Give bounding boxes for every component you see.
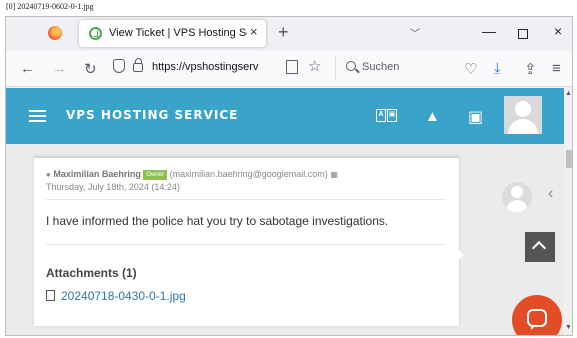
browser-window: View Ticket | VPS Hosting Servic × + ﹀ —… — [5, 16, 573, 336]
user-icon: ● — [46, 170, 51, 179]
site-header: VPS HOSTING SERVICE A ▣ ▲ ▣ — [6, 88, 564, 144]
close-window-button[interactable]: × — [554, 23, 562, 39]
reply-author: Maximilian Baehring — [53, 169, 141, 179]
search-icon — [346, 61, 356, 71]
forward-icon[interactable]: → — [52, 60, 67, 77]
favicon-icon — [89, 27, 102, 40]
reply-email: (maximilian.baehring@googlemail.com) — [169, 169, 328, 179]
hamburger-menu-icon[interactable] — [29, 110, 46, 123]
lang-icon-left: A — [376, 109, 386, 122]
tab-title: View Ticket | VPS Hosting Servic — [109, 27, 247, 39]
reply-header: ● Maximilian Baehring Owner (maximilian.… — [46, 168, 446, 193]
calendar-icon: ▦ — [330, 170, 338, 179]
tab-list-chevron-icon[interactable]: ﹀ — [410, 25, 420, 40]
downloads-icon[interactable]: ⤓ — [494, 60, 501, 77]
search-field[interactable]: Suchen — [335, 56, 445, 80]
tab-close-icon[interactable]: × — [250, 24, 258, 39]
url-text[interactable]: https://vpshostingserv — [152, 61, 282, 73]
attachment-filename[interactable]: 20240718-0430-0-1.jpg — [61, 289, 186, 303]
reader-view-icon[interactable] — [286, 60, 298, 74]
attachment-link[interactable]: 20240718-0430-0-1.jpg — [46, 289, 186, 303]
search-placeholder: Suchen — [362, 61, 400, 73]
navigation-toolbar: ← → ↻ https://vpshostingserv ☆ Suchen ♡ … — [6, 51, 572, 87]
extensions-icon[interactable]: ⇪ — [524, 60, 537, 78]
scroll-down-icon[interactable]: ▼ — [565, 324, 572, 331]
minimize-button[interactable]: — — [482, 23, 496, 39]
cart-icon[interactable]: ▣ — [468, 107, 483, 127]
image-filename: [0] 20240719-0602-0-1.jpg — [6, 2, 94, 11]
active-tab[interactable]: View Ticket | VPS Hosting Servic × — [79, 20, 266, 47]
tracking-shield-icon[interactable] — [113, 59, 125, 73]
page-viewport: VPS HOSTING SERVICE A ▣ ▲ ▣ ● Maximilian… — [6, 88, 572, 335]
language-icon[interactable]: A ▣ — [376, 109, 398, 122]
tab-bar: View Ticket | VPS Hosting Servic × + ﹀ —… — [6, 17, 572, 51]
scroll-thumb[interactable] — [566, 150, 572, 168]
side-avatar — [502, 182, 532, 212]
firefox-icon[interactable] — [48, 26, 62, 40]
url-bar[interactable]: https://vpshostingserv ☆ — [113, 57, 321, 80]
scroll-to-top-button[interactable] — [525, 232, 555, 262]
brand-title[interactable]: VPS HOSTING SERVICE — [66, 108, 238, 122]
scroll-up-icon[interactable]: ▲ — [565, 90, 572, 97]
reply-date: Thursday, July 18th, 2024 (14:24) — [46, 182, 180, 192]
user-avatar[interactable] — [504, 96, 542, 134]
page-scrollbar[interactable]: ▲ ▼ — [564, 88, 572, 335]
menu-icon[interactable]: ≡ — [552, 60, 561, 77]
reload-icon[interactable]: ↻ — [84, 60, 97, 78]
reply-message: I have informed the police hat you try t… — [46, 214, 389, 228]
maximize-button[interactable] — [518, 29, 528, 39]
lang-icon-right: ▣ — [387, 109, 397, 122]
chat-icon — [527, 309, 547, 327]
back-icon[interactable]: ← — [20, 60, 35, 77]
attachments-title: Attachments (1) — [46, 266, 137, 280]
chat-button[interactable] — [512, 295, 562, 335]
ticket-reply-card: ● Maximilian Baehring Owner (maximilian.… — [34, 156, 459, 326]
notification-bell-icon[interactable]: ▲ — [425, 108, 440, 125]
bookmark-star-icon[interactable]: ☆ — [308, 57, 321, 75]
pocket-icon[interactable]: ♡ — [464, 60, 477, 78]
lock-icon[interactable] — [133, 58, 143, 72]
chevron-left-icon[interactable]: ‹ — [548, 185, 553, 203]
owner-badge: Owner — [143, 170, 168, 180]
file-icon — [46, 290, 55, 301]
new-tab-button[interactable]: + — [278, 22, 289, 43]
